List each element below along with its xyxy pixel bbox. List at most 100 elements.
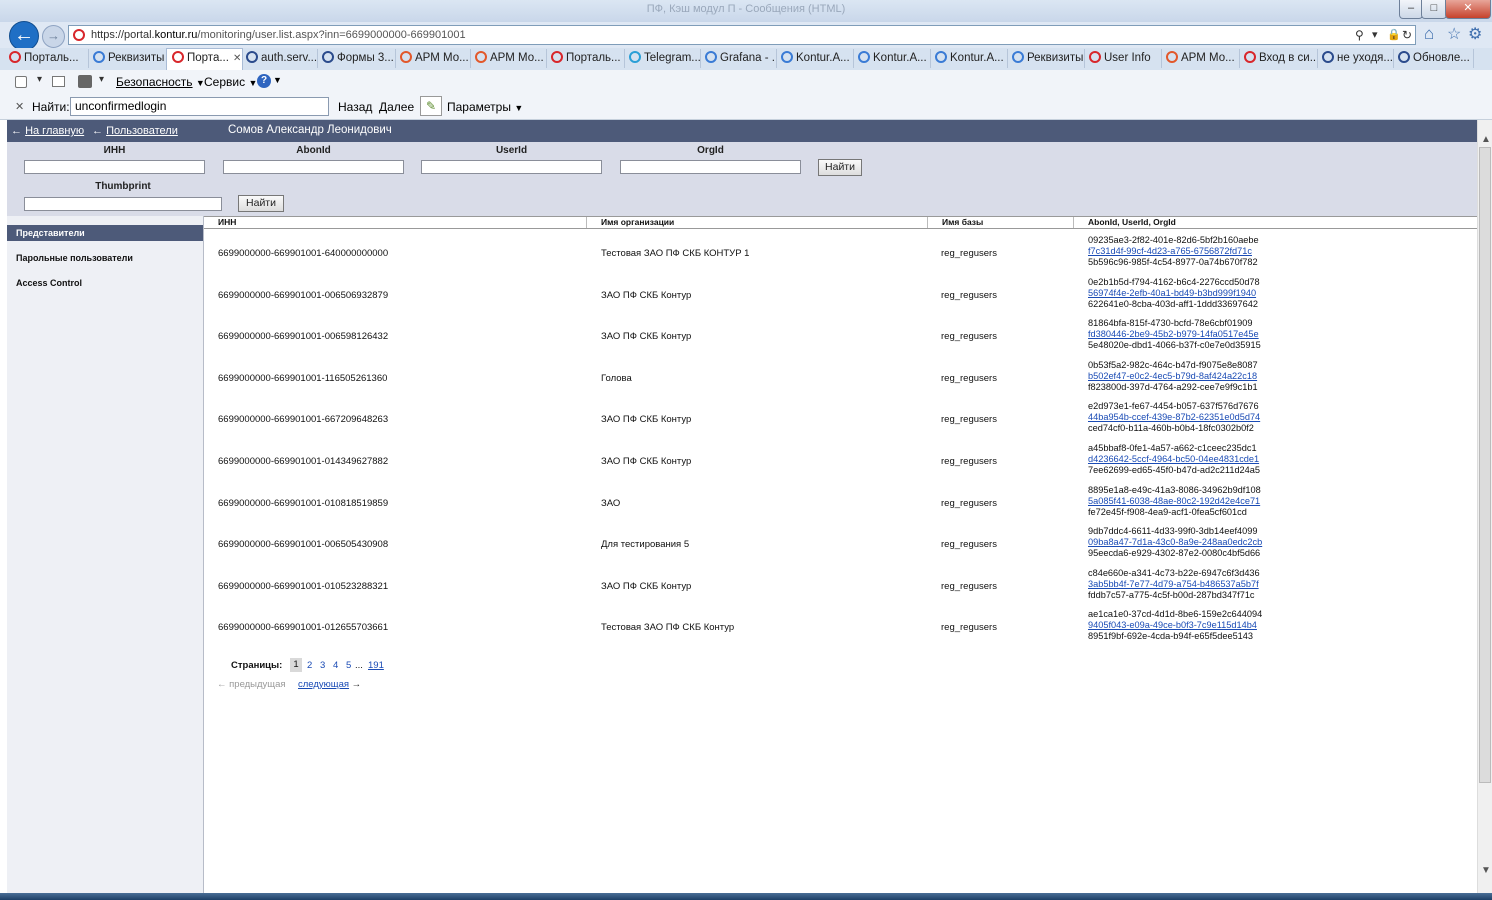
scrollbar-thumb[interactable] [1479, 147, 1491, 783]
tab-5[interactable]: АРМ Мо... [395, 49, 471, 68]
tab-favicon-icon [781, 51, 793, 63]
tab-18[interactable]: Обновле... [1393, 49, 1474, 68]
tab-favicon-icon [93, 51, 105, 63]
tab-12[interactable]: Kontur.A... [930, 49, 1008, 68]
thumbprint-input[interactable] [24, 197, 222, 211]
find-previous-button[interactable]: Назад [338, 100, 372, 114]
close-find-icon[interactable]: ✕ [15, 100, 24, 113]
tab-14[interactable]: User Info [1084, 49, 1162, 68]
column-header-org-name[interactable]: Имя организации [587, 217, 928, 228]
column-header-ids: AbonId, UserId, OrgId [1088, 217, 1176, 227]
pencil-icon[interactable]: ✎ [420, 96, 442, 116]
users-link[interactable]: ← Пользователи [92, 125, 178, 137]
find-input[interactable]: unconfirmedlogin [70, 97, 329, 116]
sidebar-item-access-control[interactable]: Access Control [7, 275, 203, 291]
tab-13[interactable]: Реквизиты [1007, 49, 1085, 68]
table-row: 6699000000-669901001-006505430908 Для тес… [204, 525, 1477, 567]
back-arrow-icon[interactable]: ← [9, 21, 39, 51]
help-icon[interactable]: ? [257, 74, 271, 88]
tab-6[interactable]: АРМ Мо... [470, 49, 547, 68]
service-menu[interactable]: Сервис ▼ [204, 75, 257, 89]
print-icon[interactable] [78, 75, 92, 88]
orgid-input[interactable] [620, 160, 801, 174]
search-thumbprint-button[interactable]: Найти [238, 195, 284, 212]
cell-ids: 81864bfa-815f-4730-bcfd-78e6cbf01909 fd38… [1088, 318, 1261, 351]
tab-16[interactable]: Вход в си... [1239, 49, 1318, 68]
find-next-button[interactable]: Далее [379, 100, 414, 114]
sidebar-item-representatives[interactable]: Представители [7, 225, 203, 241]
address-bar[interactable]: https://portal.kontur.ru/monitoring/user… [68, 25, 1416, 45]
find-bar: ✕ Найти: unconfirmedlogin Назад Далее ✎ … [0, 94, 1492, 120]
home-link-label: На главную [25, 125, 85, 137]
feed-dropdown-icon[interactable]: ▾ [37, 74, 42, 85]
cell-ids: 8895e1a8-e49c-41a3-8086-34962b9df108 5a08… [1088, 485, 1261, 518]
right-arrow-icon: → [351, 679, 362, 690]
tab-favicon-icon [400, 51, 412, 63]
security-menu[interactable]: Безопасность ▼ [116, 75, 205, 89]
scroll-up-icon[interactable]: ▲ [1481, 134, 1491, 145]
sidebar-item-password-users[interactable]: Парольные пользователи [7, 250, 203, 266]
search-ids-button[interactable]: Найти [818, 159, 862, 176]
user-id-link[interactable]: 56974f4e-2efb-40a1-bd49-b3bd999f1940 [1088, 288, 1260, 299]
userid-input[interactable] [421, 160, 602, 174]
close-window-button[interactable]: ✕ [1445, 0, 1491, 19]
pager-page-link[interactable]: 4 [333, 660, 338, 671]
pager-next-link[interactable]: следующая → [298, 679, 361, 690]
url-path: /monitoring/user.list.aspx?inn=669900000… [197, 29, 466, 41]
pager-page-link[interactable]: 3 [320, 660, 325, 671]
column-header-inn[interactable]: ИНН [204, 217, 587, 228]
tab-17[interactable]: не уходя... [1317, 49, 1394, 68]
pager-page-link[interactable]: 2 [307, 660, 312, 671]
help-dropdown-icon[interactable]: ▼ [273, 75, 282, 85]
tab-8[interactable]: Telegram... [624, 49, 701, 68]
lock-icon[interactable]: 🔒 [1387, 26, 1401, 44]
tab-1[interactable]: Реквизиты [88, 49, 167, 68]
table-row: 6699000000-669901001-006506932879 ЗАО ПФ … [204, 276, 1477, 318]
refresh-icon[interactable]: ↻ [1402, 26, 1412, 44]
column-header-db-name[interactable]: Имя базы [928, 217, 1074, 228]
inn-input[interactable] [24, 160, 205, 174]
cell-inn: 6699000000-669901001-667209648263 [218, 414, 389, 426]
tab-2[interactable]: Порта... ✕ [166, 48, 243, 70]
print-dropdown-icon[interactable]: ▾ [99, 74, 104, 85]
dropdown-arrow-icon[interactable]: ▾ [1372, 26, 1378, 44]
cell-inn: 6699000000-669901001-640000000000 [218, 248, 389, 259]
user-id-link[interactable]: f7c31d4f-99cf-4d23-a765-6756872fd71c [1088, 246, 1259, 257]
feed-icon[interactable] [15, 76, 27, 88]
user-id-link[interactable]: 5a085f41-6038-48ae-80c2-192d42e4ce71 [1088, 496, 1261, 507]
maximize-button[interactable]: □ [1421, 0, 1447, 19]
user-id-link[interactable]: 3ab5bb4f-7e77-4d79-a754-b486537a5b7f [1088, 579, 1260, 590]
find-options-menu[interactable]: Параметры ▼ [447, 100, 523, 114]
user-id-link[interactable]: fd380446-2be9-45b2-b979-14fa0517e45e [1088, 329, 1261, 340]
tab-0[interactable]: Порталь... [4, 49, 89, 68]
tab-15[interactable]: АРМ Мо... [1161, 49, 1240, 68]
tab-4[interactable]: Формы 3... [317, 49, 396, 68]
user-id-link[interactable]: d4236642-5ccf-4964-bc50-04ee4831cde1 [1088, 454, 1260, 465]
main-content: ИНН Имя организации Имя базы AbonId, Use… [204, 216, 1477, 893]
home-icon[interactable]: ⌂ [1424, 24, 1434, 44]
abonid-input[interactable] [223, 160, 404, 174]
minimize-button[interactable]: – [1399, 0, 1423, 19]
pager-page-link[interactable]: 5 [346, 660, 351, 671]
table-row: 6699000000-669901001-010818519859 ЗАО reg_… [204, 484, 1477, 526]
user-id-link[interactable]: 9405f043-e09a-49ce-b0f3-7c9e115d14b4 [1088, 620, 1262, 631]
pager-last-page-link[interactable]: 191 [368, 660, 384, 671]
gear-icon[interactable]: ⚙ [1468, 24, 1482, 44]
tab-11[interactable]: Kontur.A... [853, 49, 931, 68]
tab-3[interactable]: auth.serv... [241, 49, 318, 68]
window-title: ПФ, Кэш модул П - Сообщения (HTML) [646, 3, 846, 15]
forward-arrow-icon[interactable]: → [42, 25, 65, 48]
tab-10[interactable]: Kontur.A... [776, 49, 854, 68]
tab-9[interactable]: Grafana - ... [700, 49, 777, 68]
table-row: 6699000000-669901001-006598126432 ЗАО ПФ … [204, 317, 1477, 359]
tab-7[interactable]: Порталь... [546, 49, 625, 68]
page-scrollbar[interactable]: ▲ ▼ [1477, 120, 1492, 893]
user-id-link[interactable]: 44ba954b-ccef-439e-87b2-62351e0d5d74 [1088, 412, 1260, 423]
search-icon[interactable]: ⚲ [1355, 26, 1364, 44]
user-id-link[interactable]: b502ef47-e0c2-4ec5-b79d-8af424a22c18 [1088, 371, 1258, 382]
home-link[interactable]: ← На главную [11, 125, 84, 137]
scroll-down-icon[interactable]: ▼ [1481, 865, 1491, 876]
mail-icon[interactable] [52, 76, 65, 87]
favorites-star-icon[interactable]: ☆ [1447, 24, 1461, 44]
user-id-link[interactable]: 09ba8a47-7d1a-43c0-8a9e-248aa0edc2cb [1088, 537, 1262, 548]
